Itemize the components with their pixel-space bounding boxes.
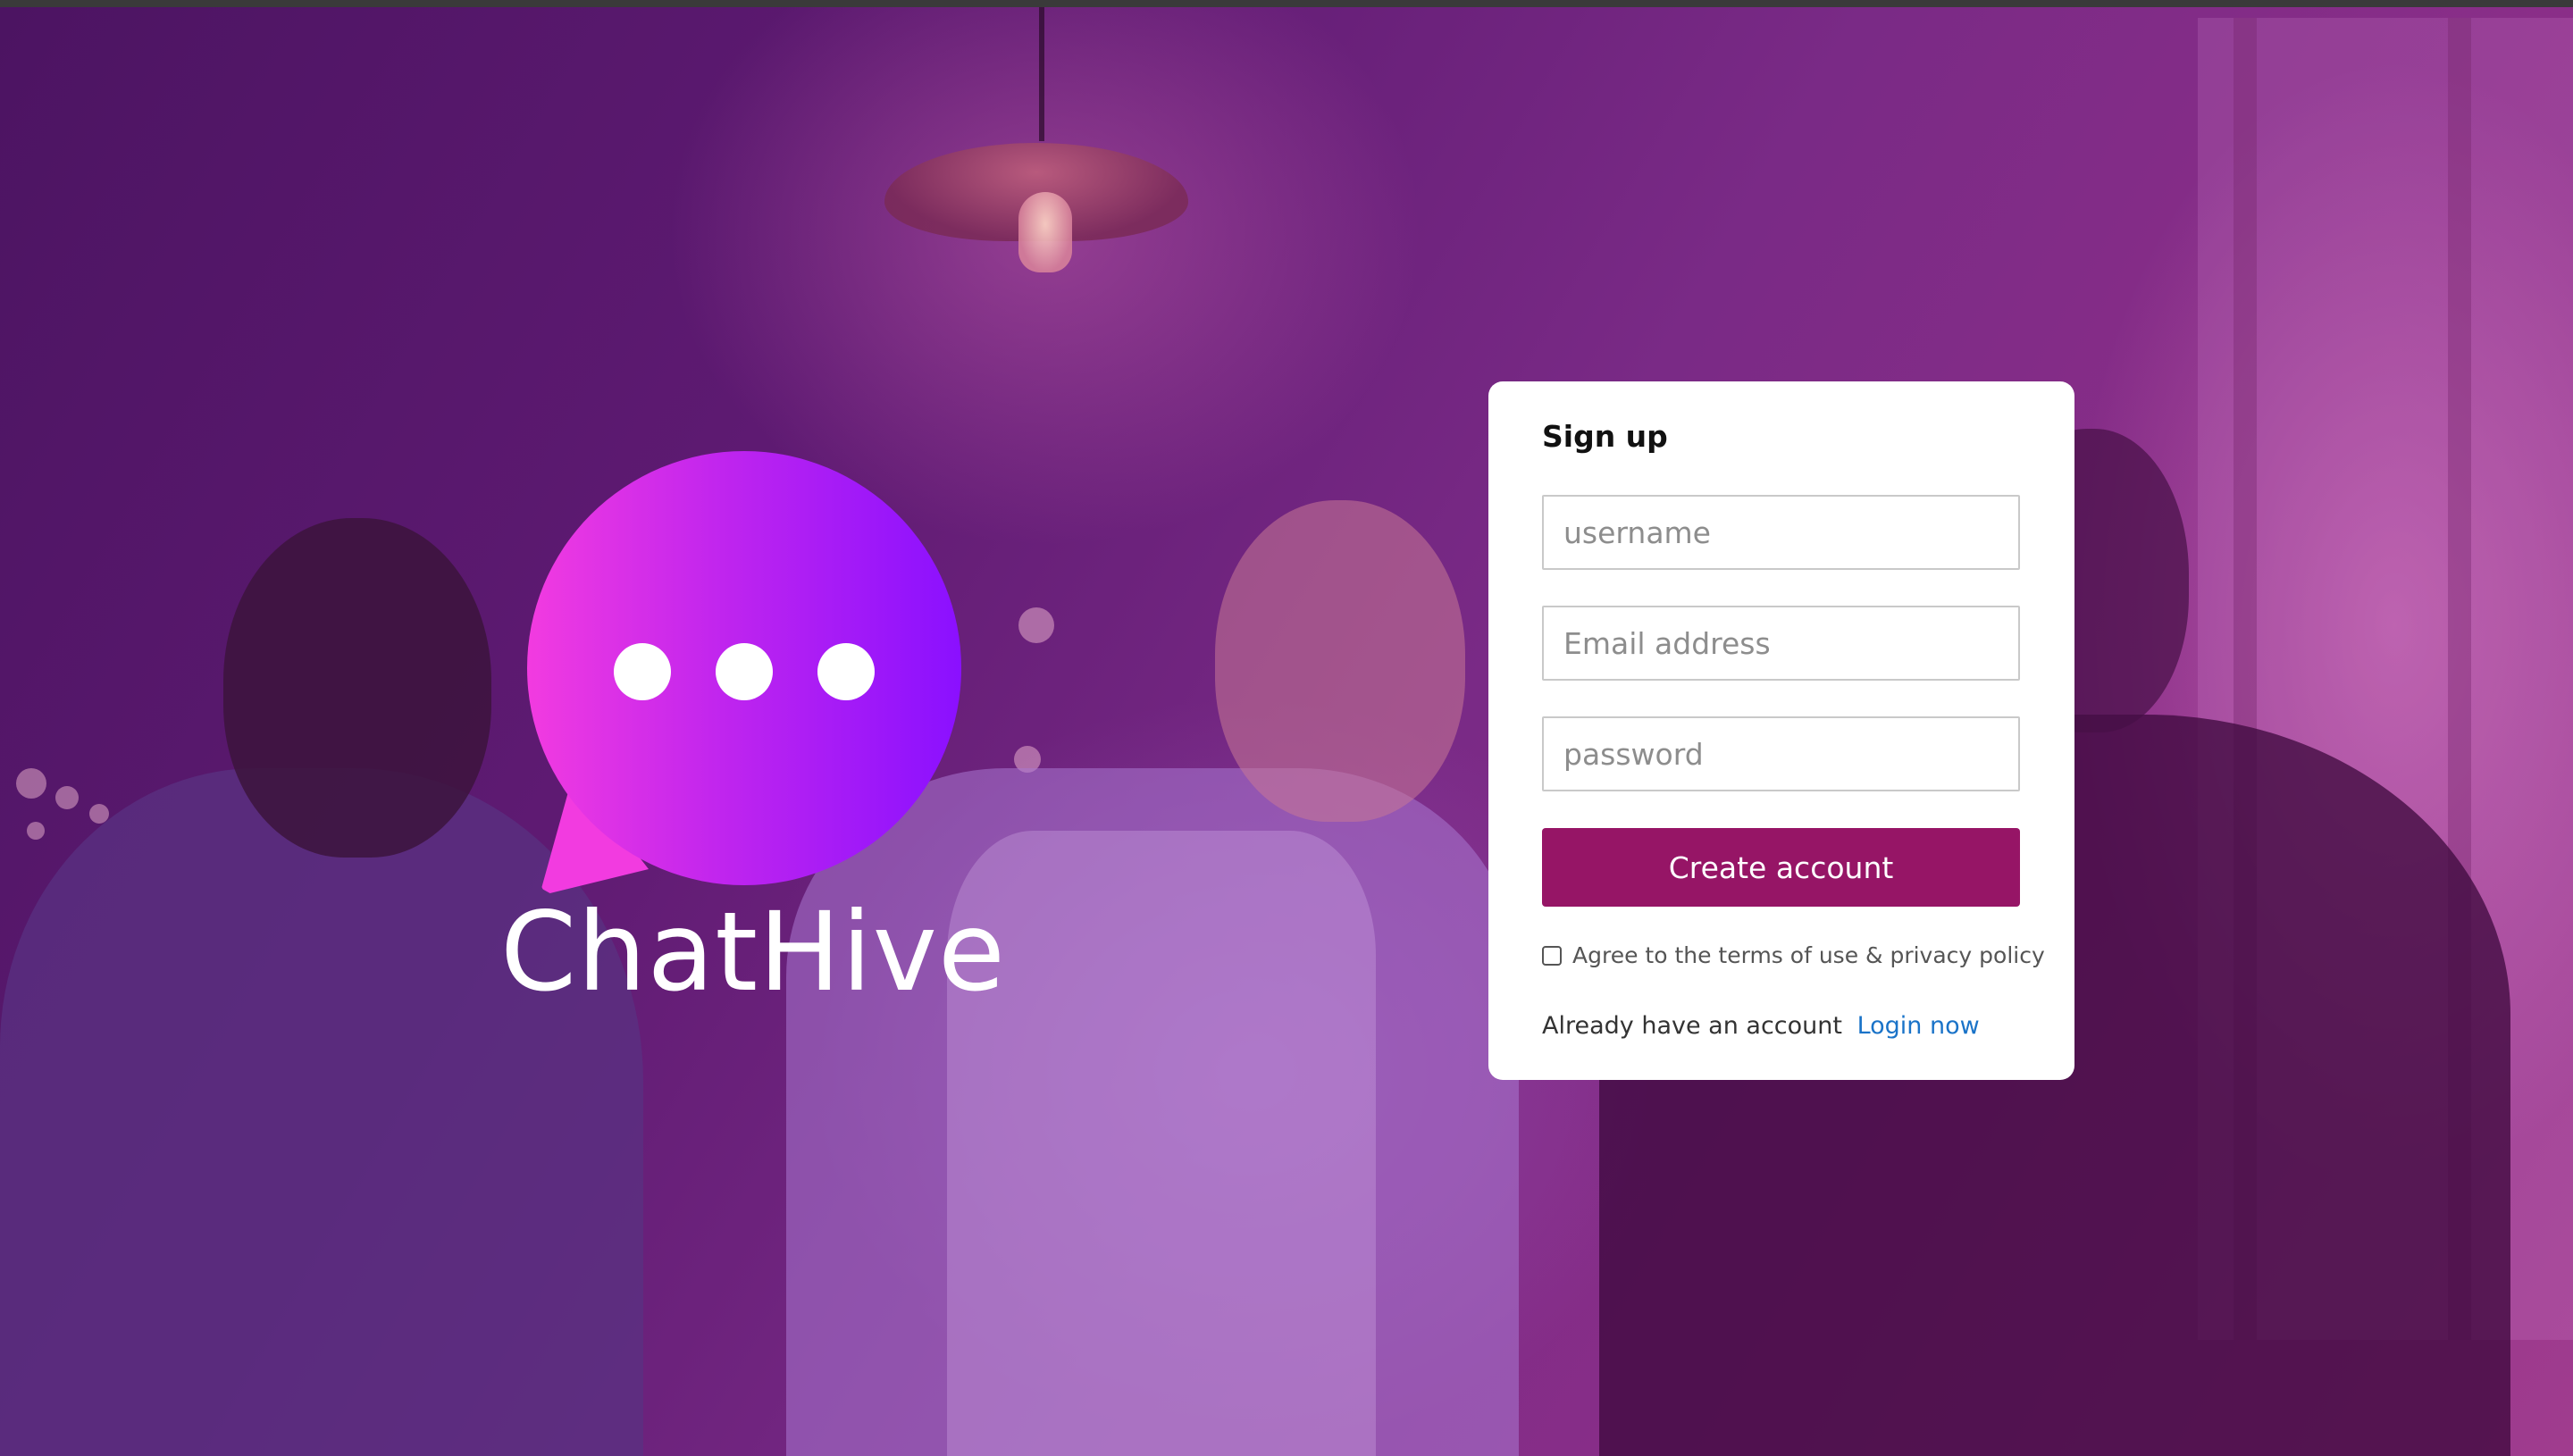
background-lamp-bulb xyxy=(1018,192,1072,272)
signup-page: ChatHive Sign up Create account Agree to… xyxy=(0,0,2573,1456)
signup-title: Sign up xyxy=(1542,419,1668,454)
background-person-center-shirt xyxy=(947,831,1376,1456)
brand-name: ChatHive xyxy=(500,889,1006,1016)
chat-dot-icon xyxy=(817,643,875,700)
create-account-button[interactable]: Create account xyxy=(1542,828,2020,907)
background-bokeh xyxy=(1018,607,1054,643)
background-person-center-head xyxy=(1215,500,1465,822)
login-prompt: Already have an account xyxy=(1542,1012,1842,1040)
chat-dot-icon xyxy=(614,643,671,700)
top-strip xyxy=(0,0,2573,7)
terms-row: Agree to the terms of use & privacy poli… xyxy=(1542,942,2045,968)
terms-checkbox[interactable] xyxy=(1542,945,1562,966)
background-bokeh xyxy=(27,822,45,840)
chat-dot-icon xyxy=(716,643,773,700)
login-row: Already have an account Login now xyxy=(1542,1012,1980,1040)
username-input[interactable] xyxy=(1542,495,2020,570)
background-bokeh xyxy=(55,786,79,809)
signup-card: Sign up Create account Agree to the term… xyxy=(1488,381,2074,1080)
background-person-left-head xyxy=(223,518,491,858)
background-lamp-cord xyxy=(1039,7,1044,141)
email-input[interactable] xyxy=(1542,606,2020,681)
background-bokeh xyxy=(16,768,46,799)
chat-bubble-ellipsis-icon xyxy=(527,451,961,885)
brand-logo: ChatHive xyxy=(500,451,1006,1023)
login-now-link[interactable]: Login now xyxy=(1857,1012,1980,1040)
password-input[interactable] xyxy=(1542,716,2020,791)
terms-label: Agree to the terms of use & privacy poli… xyxy=(1572,942,2045,968)
